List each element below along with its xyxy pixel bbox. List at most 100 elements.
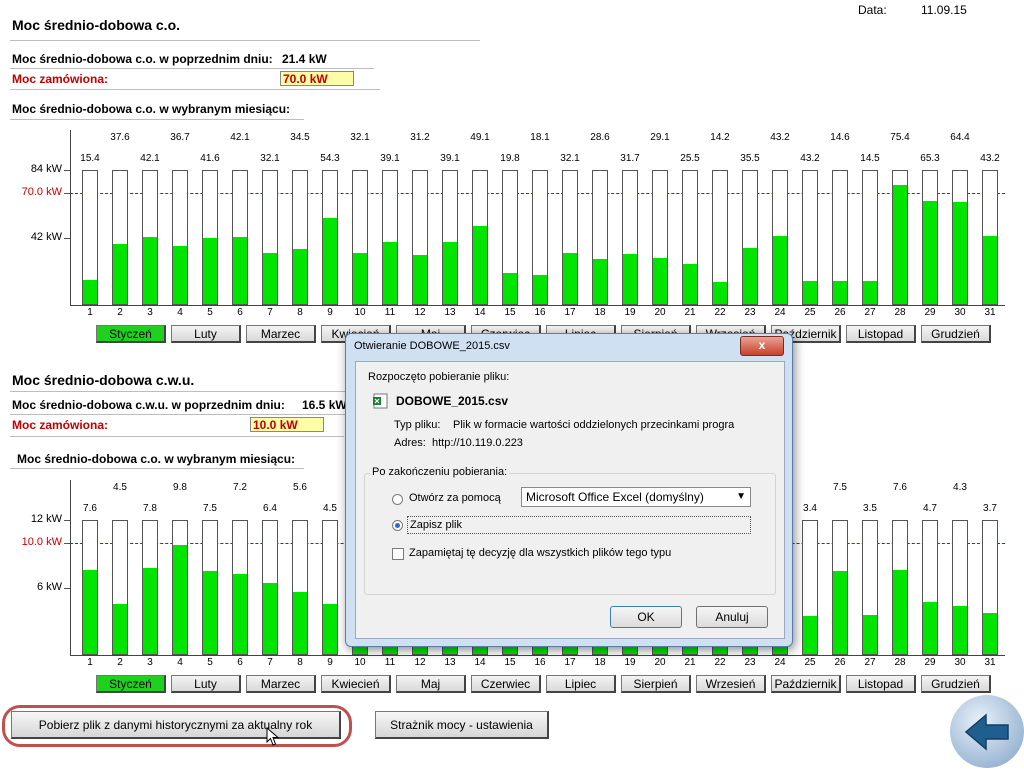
month-button[interactable]: Marzec <box>246 675 316 693</box>
date-value: 11.09.15 <box>921 3 967 17</box>
open-with-radio[interactable] <box>392 494 403 505</box>
remember-label[interactable]: Zapamiętaj tę decyzję dla wszystkich pli… <box>409 547 671 559</box>
power-guard-settings-button[interactable]: Strażnik mocy - ustawienia <box>375 711 549 739</box>
value-label: 14.5 <box>860 153 880 164</box>
bar-fill <box>923 601 937 654</box>
co-chart: 84 kW 42 kW 70.0 kW 1 2 3 4 5 6 7 8 9 10 11 12 13 14 15 16… <box>0 120 1024 350</box>
x-tick-label: 13 <box>444 657 456 668</box>
x-tick-label: 11 <box>384 657 396 668</box>
bar <box>142 520 158 655</box>
month-button[interactable]: Grudzień <box>921 325 991 343</box>
y-tick <box>64 192 70 194</box>
x-tick-label: 9 <box>327 307 333 318</box>
month-button[interactable]: Grudzień <box>921 675 991 693</box>
bar <box>112 170 128 305</box>
month-button[interactable]: Listopad <box>846 675 916 693</box>
bar-fill <box>623 253 637 304</box>
month-button[interactable]: Listopad <box>846 325 916 343</box>
month-button[interactable]: Marzec <box>246 325 316 343</box>
value-label: 37.6 <box>110 132 130 143</box>
co-month-label: Moc średnio-dobowa c.o. w wybranym miesi… <box>12 102 291 116</box>
bar <box>952 170 968 305</box>
value-label: 32.1 <box>260 153 280 164</box>
app-select[interactable]: Microsoft Office Excel (domyślny) ▼ <box>521 487 751 507</box>
open-with-label[interactable]: Otwórz za pomocą <box>409 492 501 504</box>
x-tick-label: 27 <box>864 307 876 318</box>
x-tick-label: 8 <box>297 307 303 318</box>
x-tick-label: 30 <box>954 307 966 318</box>
month-button[interactable]: Styczeń <box>96 675 166 693</box>
month-button[interactable]: Maj <box>396 675 466 693</box>
bar <box>442 170 458 305</box>
x-tick-label: 23 <box>744 657 756 668</box>
dialog-ok-button[interactable]: OK <box>610 606 682 628</box>
back-button[interactable] <box>950 695 1024 768</box>
month-button[interactable]: Lipiec <box>546 675 616 693</box>
x-tick-label: 3 <box>147 657 153 668</box>
month-button[interactable]: Luty <box>171 675 241 693</box>
app-select-value: Microsoft Office Excel (domyślny) <box>526 490 704 504</box>
bar <box>322 520 338 655</box>
x-tick-label: 31 <box>984 657 996 668</box>
cwu-prev-day-value: 16.5 kW <box>302 398 347 412</box>
value-label: 32.1 <box>350 132 370 143</box>
x-tick-label: 29 <box>924 657 936 668</box>
bar <box>232 170 248 305</box>
value-label: 43.2 <box>980 153 1000 164</box>
divider <box>10 414 350 415</box>
x-tick-label: 22 <box>714 657 726 668</box>
x-tick-label: 26 <box>834 307 846 318</box>
x-tick-label: 6 <box>237 307 243 318</box>
value-label: 3.7 <box>983 503 997 514</box>
bar <box>952 520 968 655</box>
value-label: 7.5 <box>203 503 217 514</box>
dialog-title: Otwieranie DOBOWE_2015.csv <box>354 340 510 352</box>
bar-fill <box>863 615 877 654</box>
bar <box>922 520 938 655</box>
date-label: Data: <box>858 3 887 17</box>
bar <box>412 170 428 305</box>
dialog-close-button[interactable]: x <box>740 336 784 356</box>
value-label: 15.4 <box>80 153 100 164</box>
bar-fill <box>563 253 577 304</box>
month-button[interactable]: Sierpień <box>621 675 691 693</box>
co-ordered-value[interactable]: 70.0 kW <box>280 71 354 86</box>
month-button[interactable]: Kwiecień <box>321 675 391 693</box>
save-file-label[interactable]: Zapisz plik <box>407 516 751 534</box>
download-history-button[interactable]: Pobierz plik z danymi historycznymi za a… <box>11 711 341 739</box>
x-tick-label: 11 <box>384 307 396 318</box>
bar <box>832 170 848 305</box>
remember-checkbox[interactable] <box>392 548 404 560</box>
bar <box>802 520 818 655</box>
x-tick-label: 29 <box>924 307 936 318</box>
x-tick-label: 7 <box>267 307 273 318</box>
value-label: 7.2 <box>233 482 247 493</box>
value-label: 14.2 <box>710 132 730 143</box>
month-button[interactable]: Październik <box>771 675 841 693</box>
address-value: http://10.119.0.223 <box>432 437 523 449</box>
bar-fill <box>923 200 937 304</box>
x-tick-label: 27 <box>864 657 876 668</box>
bar <box>712 170 728 305</box>
bar-fill <box>143 237 157 304</box>
month-button[interactable]: Styczeń <box>96 325 166 343</box>
value-label: 43.2 <box>770 132 790 143</box>
x-tick-label: 16 <box>534 657 546 668</box>
cwu-ordered-value[interactable]: 10.0 kW <box>250 417 324 432</box>
bar-fill <box>383 242 397 304</box>
bar <box>112 520 128 655</box>
month-button[interactable]: Luty <box>171 325 241 343</box>
bar-fill <box>443 242 457 304</box>
value-label: 25.5 <box>680 153 700 164</box>
x-tick-label: 16 <box>534 307 546 318</box>
bar <box>982 520 998 655</box>
bar-fill <box>833 570 847 654</box>
month-button[interactable]: Wrzesień <box>696 675 766 693</box>
save-file-radio[interactable] <box>392 520 403 531</box>
file-type-value: Plik w formacie wartości oddzielonych pr… <box>453 419 735 431</box>
dialog-cancel-button[interactable]: Anuluj <box>696 606 768 628</box>
x-tick-label: 4 <box>177 307 183 318</box>
bar-fill <box>113 604 127 654</box>
x-tick-label: 10 <box>354 307 366 318</box>
month-button[interactable]: Czerwiec <box>471 675 541 693</box>
